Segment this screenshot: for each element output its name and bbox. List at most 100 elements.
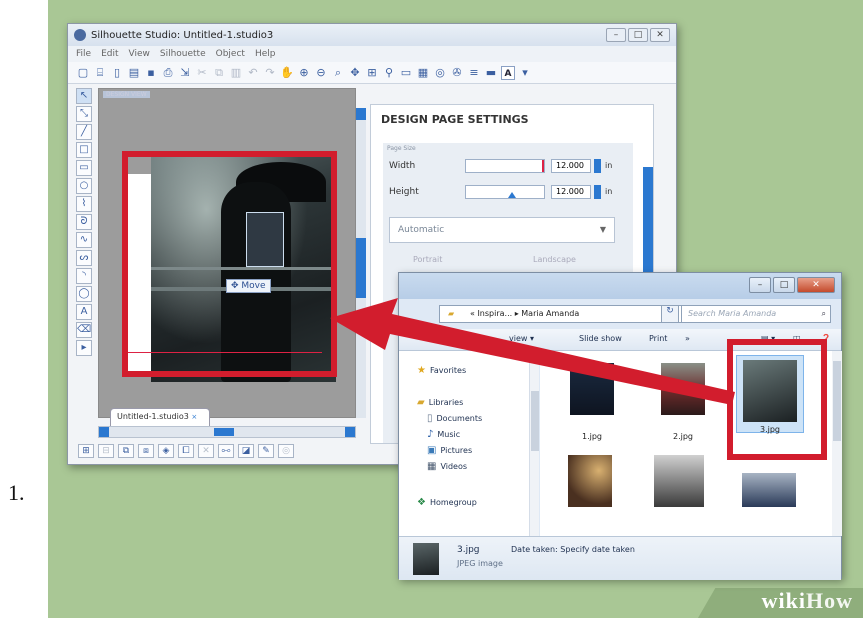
menu-help[interactable]: Help: [255, 49, 276, 59]
page-size-dropdown[interactable]: Automatic ▼: [389, 217, 615, 243]
new-document-icon[interactable]: ▢: [76, 66, 90, 80]
cut-settings-icon[interactable]: ✇: [450, 66, 464, 80]
address-bar[interactable]: ▰ « Inspira... ▸ Maria Amanda: [439, 305, 689, 323]
nav-libraries[interactable]: ▰ Libraries: [417, 397, 463, 408]
point-edit-tool-icon[interactable]: ⤡: [76, 106, 92, 122]
explorer-close-button[interactable]: ✕: [797, 277, 835, 293]
zoom-out-icon[interactable]: ⊖: [314, 66, 328, 80]
ellipse-tool-icon[interactable]: ○: [76, 178, 92, 194]
open-icon[interactable]: ⌸: [93, 66, 107, 80]
nav-favorites[interactable]: ★ Favorites: [417, 365, 466, 376]
rounded-rect-tool-icon[interactable]: ▭: [76, 160, 92, 176]
settings-circle-icon[interactable]: ◎: [278, 444, 294, 458]
grid-icon[interactable]: ▦: [416, 66, 430, 80]
trace-icon[interactable]: ✎: [258, 444, 274, 458]
file-thumbnail[interactable]: 2.jpg: [655, 359, 711, 441]
print-button[interactable]: Print: [649, 334, 667, 343]
zoom-in-icon[interactable]: ⊕: [297, 66, 311, 80]
file-thumbnail[interactable]: [562, 451, 618, 519]
minimize-button[interactable]: –: [606, 28, 626, 42]
delete-icon[interactable]: ✕: [198, 444, 214, 458]
page-settings-icon[interactable]: ▭: [399, 66, 413, 80]
maximize-button[interactable]: □: [628, 28, 648, 42]
explorer-minimize-button[interactable]: –: [749, 277, 771, 293]
search-input[interactable]: Search Maria Amanda ⌕: [681, 305, 831, 323]
close-tab-icon[interactable]: ×: [191, 413, 197, 421]
pan-icon[interactable]: ✥: [348, 66, 362, 80]
ungroup-icon[interactable]: ⊟: [98, 444, 114, 458]
circle-tool-icon[interactable]: ◯: [76, 286, 92, 302]
offset-icon[interactable]: ◪: [238, 444, 254, 458]
line-style-icon[interactable]: ≡: [467, 66, 481, 80]
slideshow-button[interactable]: Slide show: [579, 334, 622, 343]
registration-icon[interactable]: ◎: [433, 66, 447, 80]
rectangle-tool-icon[interactable]: □: [76, 142, 92, 158]
menu-view[interactable]: View: [129, 49, 150, 59]
expand-tools-icon[interactable]: ▸: [76, 340, 92, 356]
group-icon[interactable]: ⊞: [78, 444, 94, 458]
freehand-tool-icon[interactable]: ∿: [76, 232, 92, 248]
width-spinner[interactable]: [594, 159, 601, 173]
portrait-option[interactable]: Portrait: [413, 255, 442, 264]
height-input[interactable]: 12.000: [551, 185, 591, 199]
eraser-tool-icon[interactable]: ⌫: [76, 322, 92, 338]
cut-icon[interactable]: ✂: [195, 66, 209, 80]
print-icon[interactable]: ⎙: [161, 66, 175, 80]
file-image: [570, 363, 614, 415]
canvas-vertical-scrollbar[interactable]: [356, 108, 366, 418]
more-commands-button[interactable]: »: [685, 334, 690, 343]
text-style-icon[interactable]: A: [501, 65, 515, 80]
width-input[interactable]: 12.000: [551, 159, 591, 173]
line-tool-icon[interactable]: ╱: [76, 124, 92, 140]
file-thumbnail[interactable]: [736, 469, 796, 537]
nav-videos[interactable]: ▦ Videos: [427, 461, 467, 472]
copy-icon[interactable]: ⧉: [212, 66, 226, 80]
save-icon[interactable]: ▪: [144, 66, 158, 80]
width-slider[interactable]: [465, 159, 545, 173]
undo-icon[interactable]: ↶: [246, 66, 260, 80]
text-tool-icon[interactable]: A: [76, 304, 92, 320]
menu-file[interactable]: File: [76, 49, 91, 59]
nav-homegroup[interactable]: ❖ Homegroup: [417, 497, 477, 508]
canvas-horizontal-scrollbar[interactable]: [98, 426, 356, 438]
explorer-maximize-button[interactable]: □: [773, 277, 795, 293]
pointer-icon[interactable]: ⚲: [382, 66, 396, 80]
fit-page-icon[interactable]: ⊞: [365, 66, 379, 80]
pan-hand-icon[interactable]: ✋: [280, 66, 294, 80]
paste-icon[interactable]: ▥: [229, 66, 243, 80]
menu-object[interactable]: Object: [216, 49, 245, 59]
nav-scrollbar[interactable]: [529, 351, 539, 536]
polygon-tool-icon[interactable]: ⌇: [76, 196, 92, 212]
toolbar-more-icon[interactable]: ▾: [518, 66, 532, 80]
view-button[interactable]: view ▾: [509, 334, 534, 343]
file-thumbnail[interactable]: [648, 451, 704, 519]
make-compound-icon[interactable]: ⧉: [118, 444, 134, 458]
document-tab[interactable]: Untitled-1.studio3 ×: [110, 408, 210, 426]
height-slider[interactable]: [465, 185, 545, 199]
zoom-select-icon[interactable]: ⌕: [331, 66, 345, 80]
weld-icon[interactable]: ◈: [158, 444, 174, 458]
store-icon[interactable]: ▤: [127, 66, 141, 80]
library-icon[interactable]: ▯: [110, 66, 124, 80]
arc-tool-icon[interactable]: ◝: [76, 268, 92, 284]
nav-pictures[interactable]: ▣ Pictures: [427, 445, 472, 456]
select-tool-icon[interactable]: ↖: [76, 88, 92, 104]
release-compound-icon[interactable]: ⧈: [138, 444, 154, 458]
file-list-scrollbar[interactable]: [832, 351, 842, 536]
nav-documents[interactable]: ▯ Documents: [427, 413, 482, 424]
refresh-icon[interactable]: ↻: [661, 305, 679, 323]
menu-edit[interactable]: Edit: [101, 49, 118, 59]
replicate-icon[interactable]: ⧠: [178, 444, 194, 458]
redo-icon[interactable]: ↷: [263, 66, 277, 80]
smooth-freehand-tool-icon[interactable]: ᔕ: [76, 250, 92, 266]
curve-tool-icon[interactable]: ᘐ: [76, 214, 92, 230]
send-icon[interactable]: ⇲: [178, 66, 192, 80]
duplicate-icon[interactable]: ⧟: [218, 444, 234, 458]
fill-color-icon[interactable]: ▬: [484, 66, 498, 80]
file-thumbnail[interactable]: 1.jpg: [564, 359, 620, 441]
close-button[interactable]: ✕: [650, 28, 670, 42]
height-spinner[interactable]: [594, 185, 601, 199]
nav-music[interactable]: ♪ Music: [427, 429, 460, 440]
menu-silhouette[interactable]: Silhouette: [160, 49, 206, 59]
landscape-option[interactable]: Landscape: [533, 255, 576, 264]
